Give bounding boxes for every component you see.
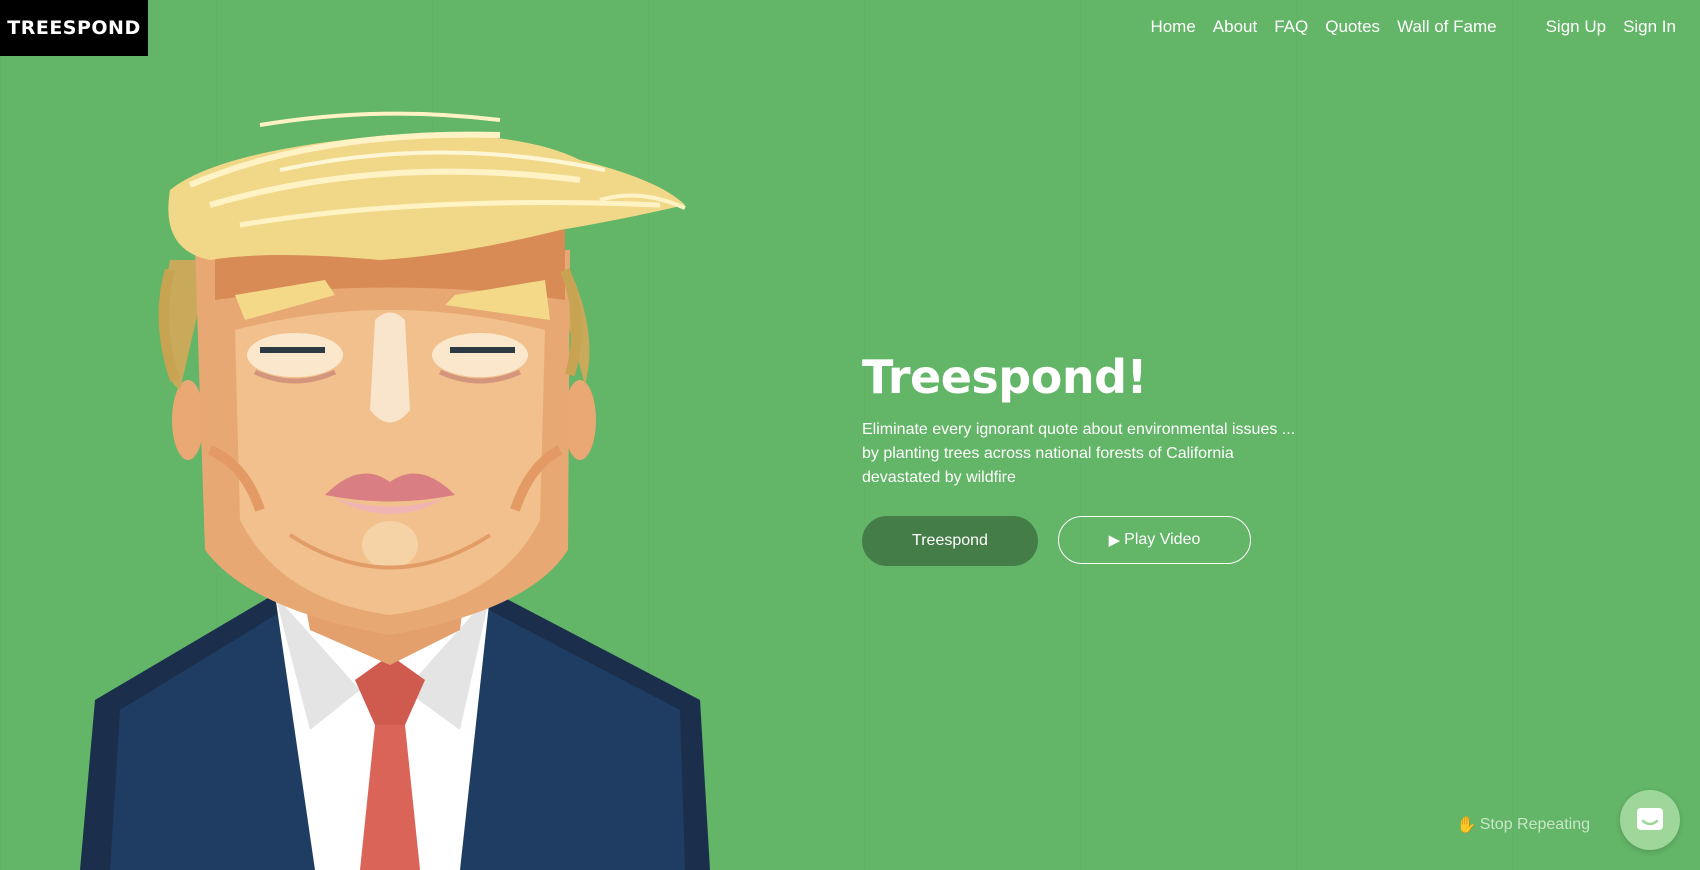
stop-repeating-label: Stop Repeating — [1479, 816, 1590, 833]
hero-title: Treespond! — [862, 350, 1147, 404]
main-nav: Home About FAQ Quotes Wall of Fame Sign … — [1133, 0, 1700, 54]
stop-repeating-link[interactable]: ✋ Stop Repeating — [1457, 815, 1590, 835]
caricature-illustration — [80, 111, 710, 870]
play-video-label: Play Video — [1124, 531, 1201, 548]
site-logo[interactable]: TREESPOND — [0, 0, 148, 56]
hero-buttons: Treespond ▶ Play Video — [862, 516, 1342, 566]
nav-faq[interactable]: FAQ — [1274, 17, 1308, 37]
chat-launcher-button[interactable] — [1620, 790, 1680, 850]
nav-about[interactable]: About — [1213, 17, 1257, 37]
nav-sign-up[interactable]: Sign Up — [1546, 17, 1606, 37]
nav-wall-of-fame[interactable]: Wall of Fame — [1397, 17, 1497, 37]
play-icon: ▶ — [1108, 532, 1121, 549]
nav-sign-in[interactable]: Sign In — [1623, 17, 1676, 37]
treespond-button[interactable]: Treespond — [862, 516, 1038, 566]
play-video-button[interactable]: ▶ Play Video — [1058, 516, 1251, 564]
hero-description: Eliminate every ignorant quote about env… — [862, 421, 1296, 486]
hand-icon: ✋ — [1456, 817, 1477, 834]
nav-home[interactable]: Home — [1150, 17, 1195, 37]
chat-icon — [1637, 808, 1663, 830]
nav-quotes[interactable]: Quotes — [1325, 17, 1380, 37]
hero-section: Treespond! Eliminate every ignorant quot… — [862, 350, 1342, 566]
